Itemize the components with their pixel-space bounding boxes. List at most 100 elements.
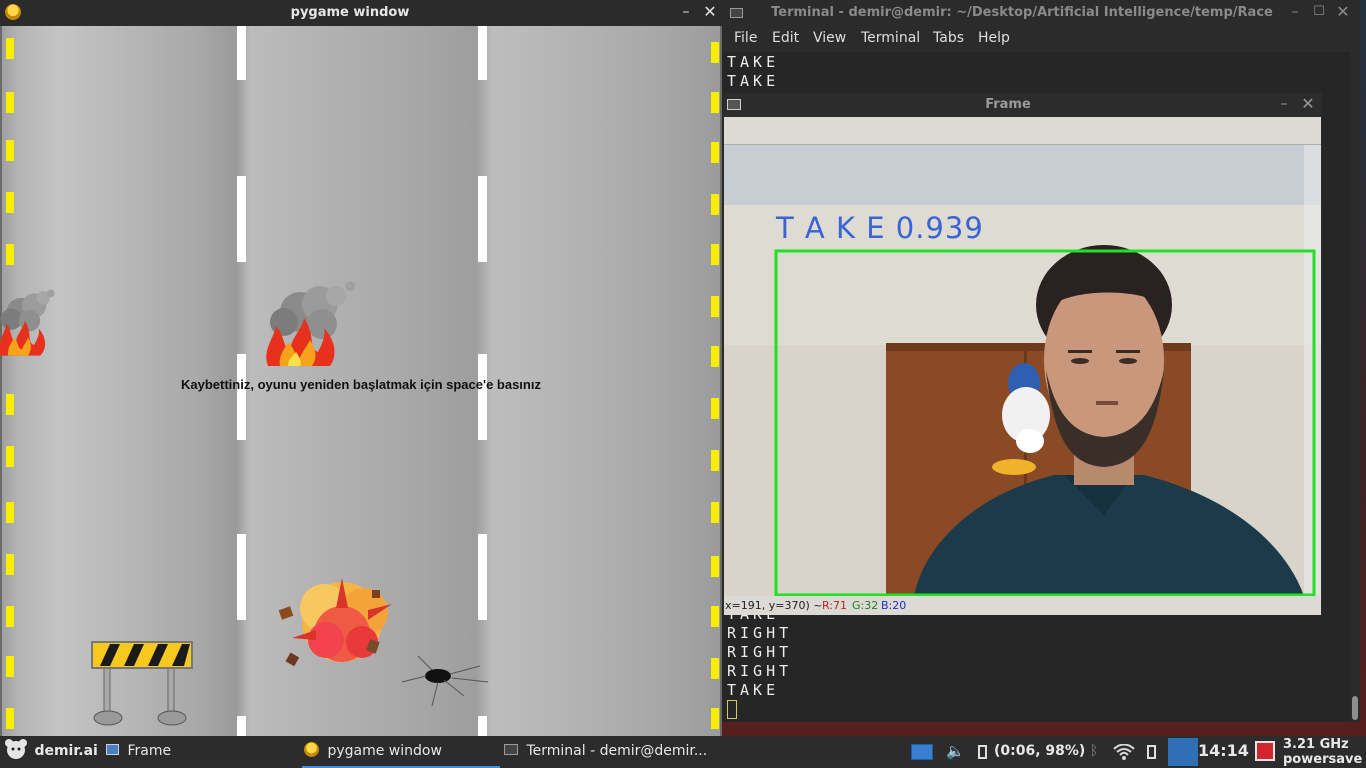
- minimize-icon[interactable]: –: [1286, 3, 1304, 21]
- prediction-label: T A K E 0.939: [776, 211, 984, 245]
- lane-marking: [478, 176, 487, 262]
- edge-marking: [711, 92, 719, 113]
- cpu-graph-icon[interactable]: [1255, 741, 1275, 761]
- pothole-sprite: [401, 655, 489, 707]
- edge-marking: [711, 194, 719, 215]
- close-icon[interactable]: ✕: [1334, 3, 1352, 21]
- pygame-window: pygame window – ✕ Kaybettiniz, oyunu yen…: [0, 0, 722, 736]
- lane-marking: [478, 716, 487, 736]
- cpu-frequency: 3.21 GHz: [1283, 737, 1349, 752]
- edge-marking: [711, 502, 719, 523]
- edge-marking: [711, 42, 719, 63]
- menu-edit[interactable]: Edit: [772, 30, 799, 46]
- clipboard-icon[interactable]: [1147, 745, 1156, 759]
- lane-marking: [237, 354, 246, 440]
- pygame-window-title: pygame window: [290, 5, 410, 20]
- camera-feed[interactable]: T A K E 0.939: [724, 145, 1321, 596]
- edge-marking: [711, 658, 719, 679]
- terminal-line: TAKE: [727, 72, 780, 90]
- clock[interactable]: 14:14: [1198, 736, 1249, 768]
- app-menu-label: demir.ai: [34, 743, 98, 759]
- task-pygame-label: pygame window: [327, 743, 442, 759]
- terminal-window-title: Terminal - demir@demir: ~/Desktop/Artifi…: [771, 5, 1273, 20]
- notification-icon[interactable]: [1168, 738, 1198, 766]
- lane-marking: [478, 26, 487, 80]
- frame-titlebar[interactable]: Frame – ✕: [723, 93, 1322, 117]
- lane-marking: [478, 534, 487, 620]
- game-over-message: Kaybettiniz, oyunu yeniden başlatmak içi…: [181, 377, 541, 392]
- terminal-icon: [504, 744, 518, 755]
- pygame-snake-icon: [304, 742, 319, 757]
- close-icon[interactable]: ✕: [701, 3, 719, 21]
- battery-icon[interactable]: [978, 745, 987, 759]
- edge-marking: [711, 142, 719, 163]
- task-pygame[interactable]: pygame window: [302, 736, 500, 768]
- battery-status: (0:06, 98%): [994, 743, 1086, 759]
- task-frame[interactable]: Frame: [106, 736, 296, 768]
- terminal-scrollbar[interactable]: [1350, 52, 1360, 722]
- edge-marking: [711, 450, 719, 471]
- mouse-logo-icon: [5, 739, 27, 759]
- edge-marking: [6, 656, 14, 677]
- fire-sprite: [266, 281, 355, 366]
- edge-marking: [6, 92, 14, 113]
- cpu-freq-plugin[interactable]: 3.21 GHz powersave: [1283, 737, 1362, 767]
- cpu-governor: powersave: [1283, 752, 1363, 767]
- frame-window-title: Frame: [985, 97, 1031, 112]
- menu-view[interactable]: View: [813, 30, 846, 46]
- bluetooth-icon[interactable]: ᛒ: [1090, 736, 1098, 768]
- menu-terminal[interactable]: Terminal: [861, 30, 920, 46]
- workspace-icon[interactable]: [911, 744, 933, 760]
- menu-tabs[interactable]: Tabs: [933, 30, 964, 46]
- minimize-icon[interactable]: –: [677, 3, 695, 21]
- task-terminal[interactable]: Terminal - demir@demir...: [504, 736, 708, 768]
- terminal-line: TAKE: [727, 53, 780, 71]
- terminal-line: RIGHT: [727, 643, 793, 661]
- edge-marking: [711, 556, 719, 577]
- edge-marking: [711, 398, 719, 419]
- edge-marking: [6, 446, 14, 467]
- edge-marking: [6, 140, 14, 161]
- pixel-red: R:71: [822, 599, 848, 612]
- edge-marking: [6, 708, 14, 729]
- fire-sprite: [0, 289, 55, 356]
- menu-help[interactable]: Help: [978, 30, 1010, 46]
- lane-marking: [478, 354, 487, 440]
- close-icon[interactable]: ✕: [1299, 95, 1317, 113]
- edge-marking: [711, 346, 719, 367]
- lane-marking: [237, 176, 246, 262]
- app-menu-button[interactable]: demir.ai: [4, 736, 98, 768]
- pixel-coords: x=191, y=370) ~: [725, 599, 823, 612]
- edge-marking: [6, 606, 14, 627]
- lane-marking: [237, 26, 246, 80]
- game-road: Kaybettiniz, oyunu yeniden başlatmak içi…: [0, 26, 722, 736]
- terminal-line: RIGHT: [727, 624, 793, 642]
- pygame-titlebar[interactable]: pygame window – ✕: [0, 0, 722, 26]
- pixel-blue: B:20: [881, 599, 907, 612]
- road-barrier: [91, 641, 193, 726]
- edge-marking: [711, 708, 719, 729]
- frame-toolbar: [724, 117, 1321, 145]
- edge-marking: [6, 554, 14, 575]
- edge-marking: [6, 244, 14, 265]
- terminal-menubar: File Edit View Terminal Tabs Help: [722, 26, 1360, 52]
- edge-marking: [6, 394, 14, 415]
- edge-marking: [6, 502, 14, 523]
- frame-statusbar: x=191, y=370) ~ R:71 G:32 B:20: [724, 596, 1321, 615]
- terminal-line: RIGHT: [727, 662, 793, 680]
- minimize-icon[interactable]: –: [1275, 95, 1293, 113]
- maximize-icon[interactable]: ☐: [1310, 3, 1328, 21]
- terminal-line: TAKE: [727, 681, 780, 699]
- menu-file[interactable]: File: [734, 30, 757, 46]
- terminal-titlebar[interactable]: Terminal - demir@demir: ~/Desktop/Artifi…: [722, 0, 1360, 26]
- volume-icon[interactable]: 🔈: [946, 736, 965, 768]
- terminal-cursor: [727, 700, 737, 719]
- edge-marking: [711, 244, 719, 265]
- window-icon: [106, 744, 119, 755]
- pixel-green: G:32: [852, 599, 879, 612]
- scrollbar-thumb[interactable]: [1352, 696, 1358, 720]
- wifi-icon[interactable]: [1113, 744, 1135, 760]
- task-terminal-label: Terminal - demir@demir...: [526, 743, 708, 759]
- edge-marking: [711, 296, 719, 317]
- lane-marking: [237, 716, 246, 736]
